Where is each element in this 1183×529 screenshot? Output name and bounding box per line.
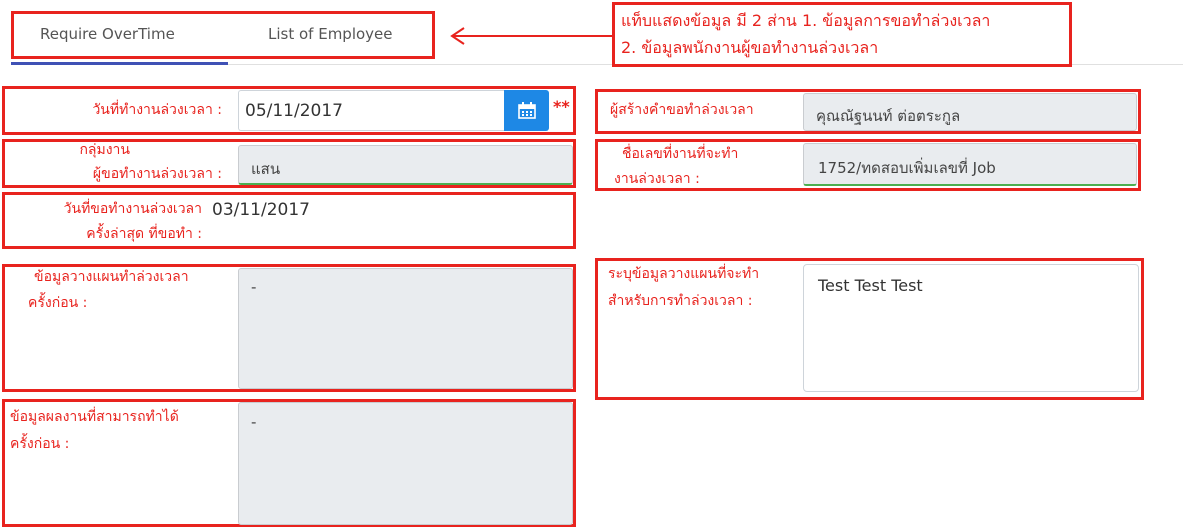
- tabs-callout: แท็บแสดงข้อมูล มี 2 ส่าน 1. ข้อมูลการขอท…: [612, 2, 1072, 67]
- plan-textarea[interactable]: Test Test Test: [803, 264, 1139, 392]
- last-date-label-2: ครั้งล่าสุด ที่ขอทำ :: [86, 226, 202, 242]
- prev-result-label-2: ครั้งก่อน :: [10, 436, 70, 452]
- tab-require-overtime[interactable]: Require OverTime: [40, 25, 175, 43]
- creator-value: คุณณัฐนนท์ ต่อตระกูล: [816, 107, 961, 125]
- calendar-icon: [518, 102, 536, 119]
- prev-result-value: -: [251, 413, 257, 431]
- arrow-left-icon: [450, 27, 612, 45]
- callout-line-2: 2. ข้อมูลพนักงานผู้ขอทำงานล่วงเวลา: [621, 38, 879, 57]
- work-date-value: 05/11/2017: [245, 101, 343, 121]
- last-date-label-1: วันที่ขอทำงานล่วงเวลา: [63, 201, 202, 217]
- prev-plan-label-2: ครั้งก่อน :: [28, 295, 88, 311]
- work-date-label: วันที่ทำงานล่วงเวลา :: [92, 102, 222, 118]
- prev-result-field: -: [238, 402, 573, 525]
- calendar-button[interactable]: [504, 90, 549, 131]
- group-label-2: ผู้ขอทำงานล่วงเวลา :: [92, 166, 222, 182]
- creator-field: คุณณัฐนนท์ ต่อตระกูล: [803, 93, 1137, 131]
- job-label-1: ชื่อเลขที่งานที่จะทำ: [622, 146, 739, 162]
- tab-list-of-employee[interactable]: List of Employee: [268, 25, 393, 43]
- group-field: แสน: [238, 145, 573, 185]
- job-field[interactable]: 1752/ทดสอบเพิ่มเลขที่ Job: [803, 143, 1137, 186]
- prev-plan-field: -: [238, 268, 573, 389]
- prev-result-label-1: ข้อมูลผลงานที่สามารถทำได้: [10, 409, 179, 425]
- creator-label: ผู้สร้างคำขอทำล่วงเวลา: [610, 102, 754, 118]
- work-date-input[interactable]: 05/11/2017: [238, 90, 504, 131]
- group-label-1: กลุ่มงาน: [79, 142, 130, 158]
- required-mark: **: [553, 97, 570, 116]
- plan-label-1: ระบุข้อมูลวางแผนที่จะทำ: [608, 266, 760, 282]
- prev-plan-label-1: ข้อมูลวางแผนทำล่วงเวลา: [34, 269, 189, 285]
- group-value: แสน: [251, 160, 281, 178]
- active-tab-indicator: [11, 62, 228, 65]
- plan-value: Test Test Test: [818, 276, 923, 295]
- prev-plan-value: -: [251, 278, 257, 296]
- callout-line-1: แท็บแสดงข้อมูล มี 2 ส่าน 1. ข้อมูลการขอท…: [621, 11, 991, 30]
- job-label-2: งานล่วงเวลา :: [614, 171, 700, 187]
- job-value: 1752/ทดสอบเพิ่มเลขที่ Job: [818, 159, 996, 177]
- last-date-value: 03/11/2017: [212, 200, 310, 220]
- plan-label-2: สำหรับการทำล่วงเวลา :: [608, 293, 753, 309]
